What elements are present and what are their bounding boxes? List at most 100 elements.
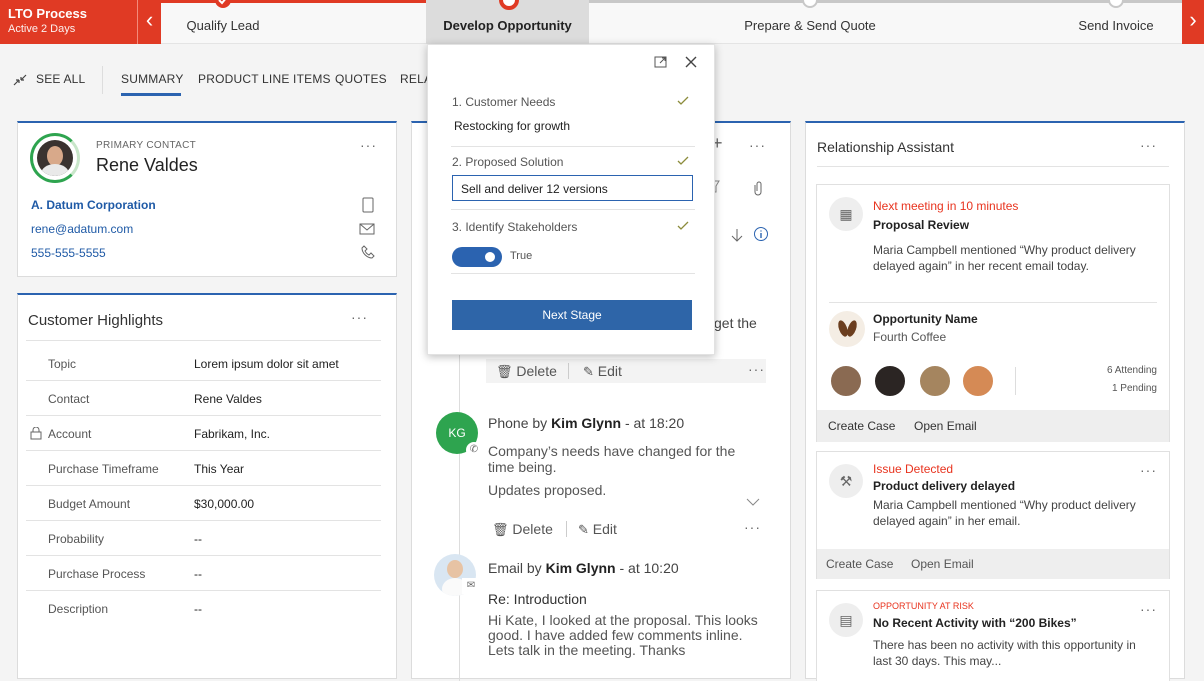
chevron-down-icon[interactable] <box>746 497 760 507</box>
assistant-card-risk: ▤ OPPORTUNITY AT RISK No Recent Activity… <box>816 590 1170 681</box>
more-options-button[interactable]: ··· <box>1140 601 1157 617</box>
create-case-button[interactable]: Create Case <box>828 419 895 433</box>
lock-icon <box>30 427 42 440</box>
attachment-icon[interactable] <box>752 180 764 196</box>
process-duration: Active 2 Days <box>8 23 76 35</box>
mail-icon[interactable] <box>359 223 375 235</box>
email-icon: ✉ <box>462 578 480 594</box>
edit-button[interactable]: ✎ Edit <box>583 363 622 380</box>
sort-down-icon[interactable] <box>730 227 744 243</box>
delete-button[interactable]: 🗑 Delete <box>492 521 553 538</box>
field-row-topic[interactable]: Topic Lorem ipsum dolor sit amet <box>26 346 381 381</box>
stage-label: Send Invoice <box>1078 18 1154 33</box>
edit-button[interactable]: ✎ Edit <box>578 521 617 538</box>
field-row-account[interactable]: Account Fabrikam, Inc. <box>26 416 381 451</box>
tab-summary[interactable]: SUMMARY <box>121 72 184 96</box>
open-email-button[interactable]: Open Email <box>914 419 977 433</box>
field-value[interactable]: Fabrikam, Inc. <box>194 427 270 441</box>
tab-product-line-items[interactable]: PRODUCT LINE ITEMS <box>198 72 331 86</box>
activity-author[interactable]: Kim Glynn <box>551 415 621 431</box>
card-title[interactable]: No Recent Activity with “200 Bikes” <box>873 616 1077 630</box>
contact-name[interactable]: Rene Valdes <box>96 155 198 176</box>
stage-label: Qualify Lead <box>186 18 260 33</box>
relationship-assistant-panel: Relationship Assistant ··· ▦ Next meetin… <box>805 121 1185 681</box>
card-actions: Create Case Open Email <box>817 549 1169 579</box>
email-subject[interactable]: Re: Introduction <box>488 591 587 607</box>
pencil-icon: ✎ <box>578 522 589 537</box>
pencil-icon: ✎ <box>583 364 594 379</box>
attendee-avatar[interactable] <box>829 364 863 398</box>
attendee-avatar[interactable] <box>918 364 952 398</box>
stage-label: Develop Opportunity <box>443 18 572 33</box>
chevron-right-icon[interactable]: › <box>1182 0 1204 44</box>
activity-time: - at 10:20 <box>615 560 679 576</box>
activity-body: Updates proposed. <box>488 482 607 498</box>
avatar[interactable] <box>30 133 80 183</box>
card-title[interactable]: Product delivery delayed <box>873 479 1015 493</box>
opportunity-name[interactable]: Opportunity Name <box>873 312 978 326</box>
proposed-solution-input[interactable]: Sell and deliver 12 versions <box>452 175 693 201</box>
attending-count: 6 Attending <box>1106 365 1157 376</box>
card-flag: Issue Detected <box>873 462 954 476</box>
process-header[interactable]: LTO Process Active 2 Days <box>0 0 137 44</box>
section-title: Customer Highlights <box>28 312 164 329</box>
mobile-icon[interactable] <box>361 197 375 213</box>
more-options-button[interactable]: ··· <box>1140 462 1157 478</box>
stakeholders-toggle[interactable] <box>452 247 502 267</box>
more-options-button[interactable]: ··· <box>749 137 766 153</box>
activity-title[interactable]: Phone by Kim Glynn - at 18:20 <box>488 415 684 431</box>
chevron-left-icon[interactable]: ‹ <box>137 0 161 44</box>
field-value[interactable]: $30,000.00 <box>194 497 254 511</box>
business-process-bar: Qualify Lead Develop Opportunity Prepare… <box>0 0 1204 44</box>
checkmark-icon <box>677 156 689 165</box>
close-icon[interactable] <box>684 55 698 69</box>
email-link[interactable]: rene@adatum.com <box>31 222 133 236</box>
phone-icon[interactable] <box>360 244 376 260</box>
field-value[interactable]: -- <box>194 567 202 581</box>
field-row-purchase-timeframe[interactable]: Purchase Timeframe This Year <box>26 451 381 486</box>
field-label: Purchase Timeframe <box>48 462 159 476</box>
more-options-button[interactable]: ··· <box>1140 137 1157 153</box>
collapse-arrows-icon <box>13 74 27 86</box>
field-row-budget-amount[interactable]: Budget Amount $30,000.00 <box>26 486 381 521</box>
more-options-button[interactable]: ··· <box>744 519 761 535</box>
more-options-button[interactable]: ··· <box>351 309 368 325</box>
field-row-purchase-process[interactable]: Purchase Process -- <box>26 556 381 591</box>
field-value[interactable]: Lorem ipsum dolor sit amet <box>194 357 339 371</box>
create-case-button[interactable]: Create Case <box>826 557 893 571</box>
info-icon[interactable] <box>753 226 769 242</box>
card-flag: OPPORTUNITY AT RISK <box>873 601 974 611</box>
activity-title[interactable]: Email by Kim Glynn - at 10:20 <box>488 560 679 576</box>
attendee-avatar[interactable] <box>873 364 907 398</box>
contact-role-label: PRIMARY CONTACT <box>96 140 197 151</box>
pending-count: 1 Pending <box>1111 383 1157 394</box>
field-row-description[interactable]: Description -- <box>26 591 381 626</box>
attendee-avatar[interactable] <box>961 364 995 398</box>
stage-flyout: 1. Customer Needs Restocking for growth … <box>427 44 715 355</box>
activity-body: Hi Kate, I looked at the proposal. This … <box>488 612 758 658</box>
open-email-button[interactable]: Open Email <box>911 557 974 571</box>
field-row-contact[interactable]: Contact Rene Valdes <box>26 381 381 416</box>
step-value[interactable]: Restocking for growth <box>454 119 570 133</box>
tab-quotes[interactable]: QUOTES <box>335 72 387 86</box>
field-value[interactable]: This Year <box>194 462 244 476</box>
more-options-button[interactable]: ··· <box>748 361 765 377</box>
field-value[interactable]: -- <box>194 532 202 546</box>
next-stage-button[interactable]: Next Stage <box>452 300 692 330</box>
activity-author[interactable]: Kim Glynn <box>546 560 616 576</box>
card-title[interactable]: Proposal Review <box>873 218 969 232</box>
field-value[interactable]: Rene Valdes <box>194 392 262 406</box>
delete-button[interactable]: 🗑 Delete <box>496 363 557 380</box>
more-options-button[interactable]: ··· <box>360 137 377 153</box>
edit-label: Edit <box>592 521 617 537</box>
delete-label: Delete <box>516 363 557 379</box>
field-value[interactable]: -- <box>194 602 202 616</box>
company-link[interactable]: A. Datum Corporation <box>31 198 156 212</box>
field-row-probability[interactable]: Probability -- <box>26 521 381 556</box>
expand-icon[interactable] <box>654 55 668 69</box>
activity-time: - at 18:20 <box>621 415 685 431</box>
timeline-line <box>459 353 460 681</box>
step-label: 1. Customer Needs <box>452 95 556 109</box>
phone-link[interactable]: 555-555-5555 <box>31 246 106 260</box>
see-all-button[interactable]: SEE ALL <box>12 72 85 86</box>
